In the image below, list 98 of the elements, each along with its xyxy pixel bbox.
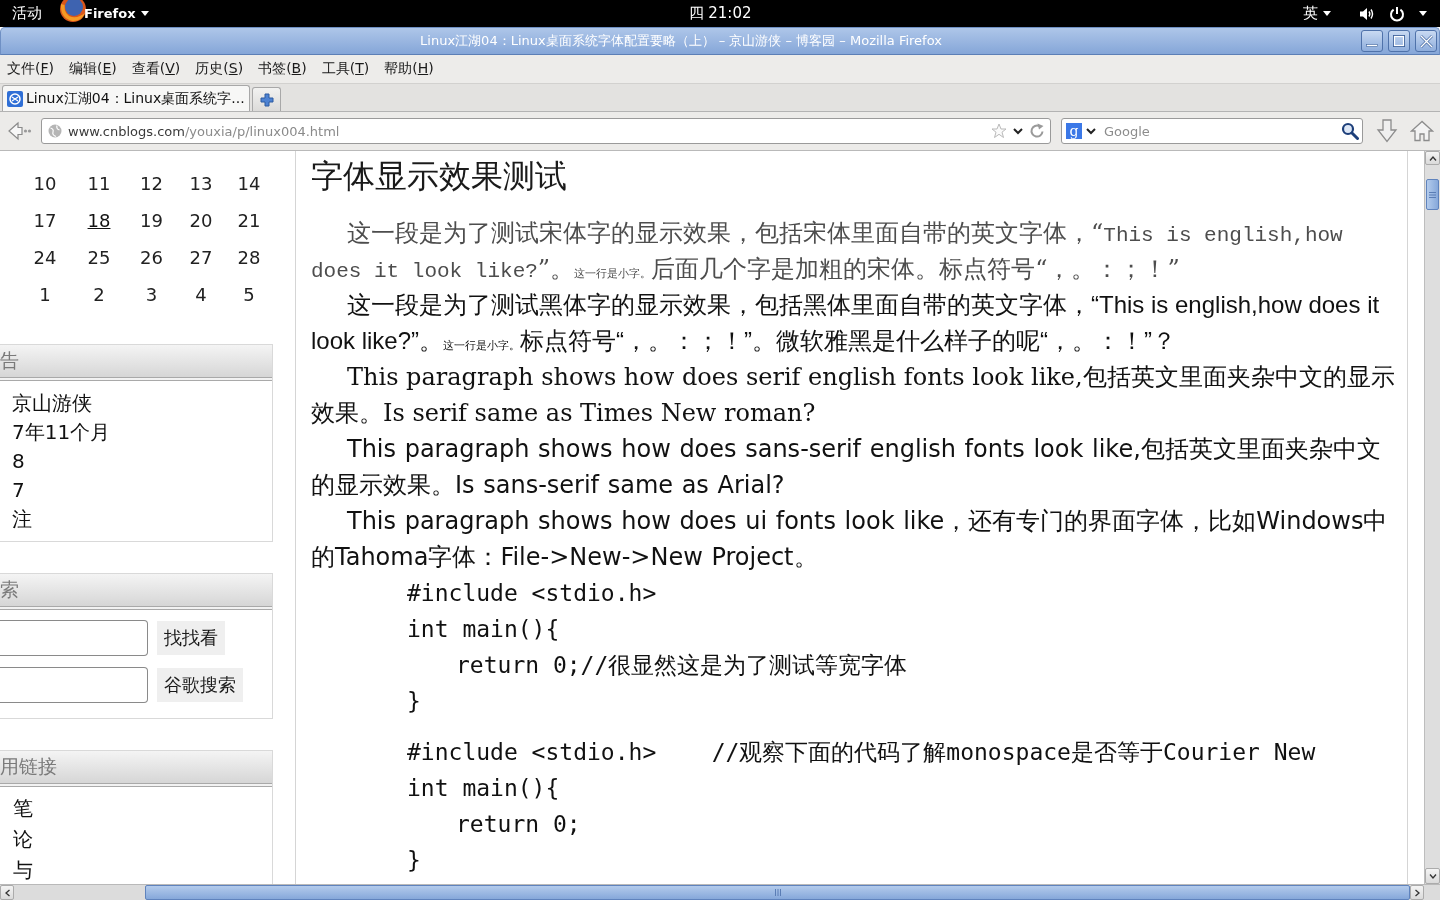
reload-icon[interactable] (1029, 123, 1045, 139)
code-line: return 0;//很显然这是为了测试等宽字体 (456, 651, 908, 680)
globe-icon (48, 124, 62, 138)
address-field[interactable]: www.cnblogs.com/youxia/p/linux004.html (41, 118, 1051, 144)
calendar-day: 27 (189, 247, 213, 268)
code-line: return 0; (456, 810, 581, 839)
close-button[interactable] (1415, 30, 1437, 52)
calendar-day: 20 (189, 210, 213, 231)
browser-tab[interactable]: Linux江湖04：Linux桌面系统字... (2, 85, 250, 111)
speaker-icon (1359, 5, 1375, 22)
plus-icon (259, 92, 274, 107)
calendar-day: 25 (87, 247, 111, 268)
calendar-day: 10 (33, 173, 57, 194)
grip-icon (774, 889, 781, 896)
menu-item[interactable]: 查看(V) (124, 57, 188, 81)
scrollbar-thumb[interactable] (1426, 179, 1439, 210)
paragraph: 这一段是为了测试宋体字的显示效果，包括宋体里面自带的英文字体，“This is english,how does it look like?”。这一行是小字。后面几个字是加粗的宋体。标点符号“，。：；！” (311, 218, 1344, 285)
caret-icon (140, 11, 149, 16)
window-title: Linux江湖04：Linux桌面系统字体配置要略（上） – 京山游侠 – 博客园 – Mozilla Firefox (420, 32, 942, 50)
grip-icon (1429, 191, 1436, 198)
sidebar-link[interactable]: 笔 (13, 793, 33, 824)
menu-item[interactable]: 书签(B) (251, 57, 314, 81)
code-line: #include <stdio.h> (407, 579, 657, 608)
maximize-icon (1393, 35, 1405, 47)
calendar-day: 12 (140, 173, 163, 194)
profile-info-text: 8 (12, 448, 25, 475)
paragraph: 这一段是为了测试黑体字的显示效果，包括黑体里面自带的英文字体，“This is english,how does it look like?”。这一行是小字。标点符号“，。：；！”。微软雅黑是什么样子的呢“，。：！”？ (311, 290, 1381, 356)
panel-heading: 用链接 (0, 754, 57, 779)
profile-info-text: 7 (12, 477, 25, 504)
search-button[interactable]: 找找看 (157, 621, 225, 655)
site-favicon-icon (7, 90, 23, 107)
calendar-day: 1 (39, 284, 51, 305)
clock[interactable]: 四 21:02 (688, 0, 752, 27)
activities-button[interactable]: 活动 (12, 0, 42, 27)
calendar-day: 28 (237, 247, 261, 268)
calendar-day: 3 (145, 284, 158, 305)
menu-item[interactable]: 历史(S) (188, 57, 251, 81)
menu-item[interactable]: 工具(T) (314, 57, 377, 81)
caret-icon (1323, 11, 1331, 16)
paragraph: This paragraph shows how does ui fonts look like，还有专门的界面字体，比如Windows中的Tahoma字体：File->New->New Project。 (311, 506, 1389, 573)
url-text: www.cnblogs.com/youxia/p/linux004.html (68, 123, 340, 139)
vertical-scrollbar[interactable] (1424, 151, 1440, 884)
search-engine-icon[interactable]: g (1066, 123, 1082, 139)
code-line: int main(){ (407, 615, 560, 644)
close-icon (1419, 34, 1433, 48)
scroll-left-button[interactable] (0, 885, 14, 900)
calendar-day: 4 (195, 284, 207, 305)
paragraph: This paragraph shows how does serif english fonts look like,包括英文里面夹杂中文的显示效果。Is serif same as Times New roman? (311, 362, 1396, 429)
calendar-day: 17 (33, 210, 57, 231)
code-line: #include <stdio.h> //观察下面的代码了解monospace是否等于Courier New (407, 738, 1316, 767)
caret-icon[interactable] (1013, 127, 1023, 135)
profile-info-text: 7年11个月 (12, 419, 111, 446)
input-method-button[interactable]: 英 (1303, 0, 1331, 27)
scroll-down-button[interactable] (1425, 868, 1440, 884)
star-icon[interactable] (991, 123, 1007, 139)
code-line: } (407, 846, 421, 875)
minimize-button[interactable] (1361, 30, 1383, 52)
app-menu-button[interactable]: Firefox (59, 0, 149, 27)
sidebar-link[interactable]: 论 (13, 824, 33, 855)
calendar-day-link[interactable]: 18 (87, 210, 111, 231)
home-icon[interactable] (1410, 120, 1434, 142)
calendar-day: 2 (93, 284, 105, 305)
calendar-day: 13 (189, 173, 213, 194)
profile-info-text: 京山游侠 (12, 390, 92, 417)
back-arrow-icon[interactable] (6, 120, 32, 142)
app-logo-icon (59, 0, 86, 24)
calendar-day: 19 (140, 210, 163, 231)
article-heading: 字体显示效果测试 (311, 156, 567, 197)
search-input[interactable] (0, 667, 148, 703)
panel-heading: 告 (0, 348, 19, 373)
menu-item[interactable]: 文件(F) (0, 57, 61, 81)
minimize-icon (1366, 44, 1378, 47)
menu-item[interactable]: 编辑(E) (62, 57, 124, 81)
search-field[interactable]: g Google (1061, 118, 1363, 144)
caret-icon[interactable] (1086, 127, 1096, 135)
search-input[interactable] (0, 620, 148, 656)
caret-icon (1419, 11, 1427, 16)
power-icon (1389, 5, 1405, 22)
new-tab-button[interactable] (252, 87, 281, 111)
search-button[interactable]: 谷歌搜索 (157, 668, 243, 702)
code-line: } (407, 687, 421, 716)
download-arrow-icon[interactable] (1376, 119, 1398, 143)
calendar-day: 24 (33, 247, 57, 268)
calendar-day: 21 (237, 210, 261, 231)
paragraph: This paragraph shows how does sans-serif english fonts look like,包括英文里面夹杂中文的显示效果。Is sans-serif same as Arial? (311, 434, 1382, 501)
search-icon[interactable] (1341, 122, 1359, 140)
panel-heading: 索 (0, 577, 19, 602)
calendar-day: 14 (237, 173, 261, 194)
code-line: int main(){ (407, 774, 560, 803)
menu-item[interactable]: 帮助(H) (377, 57, 441, 81)
maximize-button[interactable] (1388, 30, 1410, 52)
profile-info-text: 注 (12, 506, 32, 533)
scroll-right-button[interactable] (1410, 885, 1424, 900)
calendar-day: 11 (87, 173, 111, 194)
calendar-day: 26 (140, 247, 163, 268)
sidebar-link[interactable]: 与 (13, 855, 33, 884)
scroll-up-button[interactable] (1425, 151, 1440, 165)
calendar-day: 5 (243, 284, 255, 305)
